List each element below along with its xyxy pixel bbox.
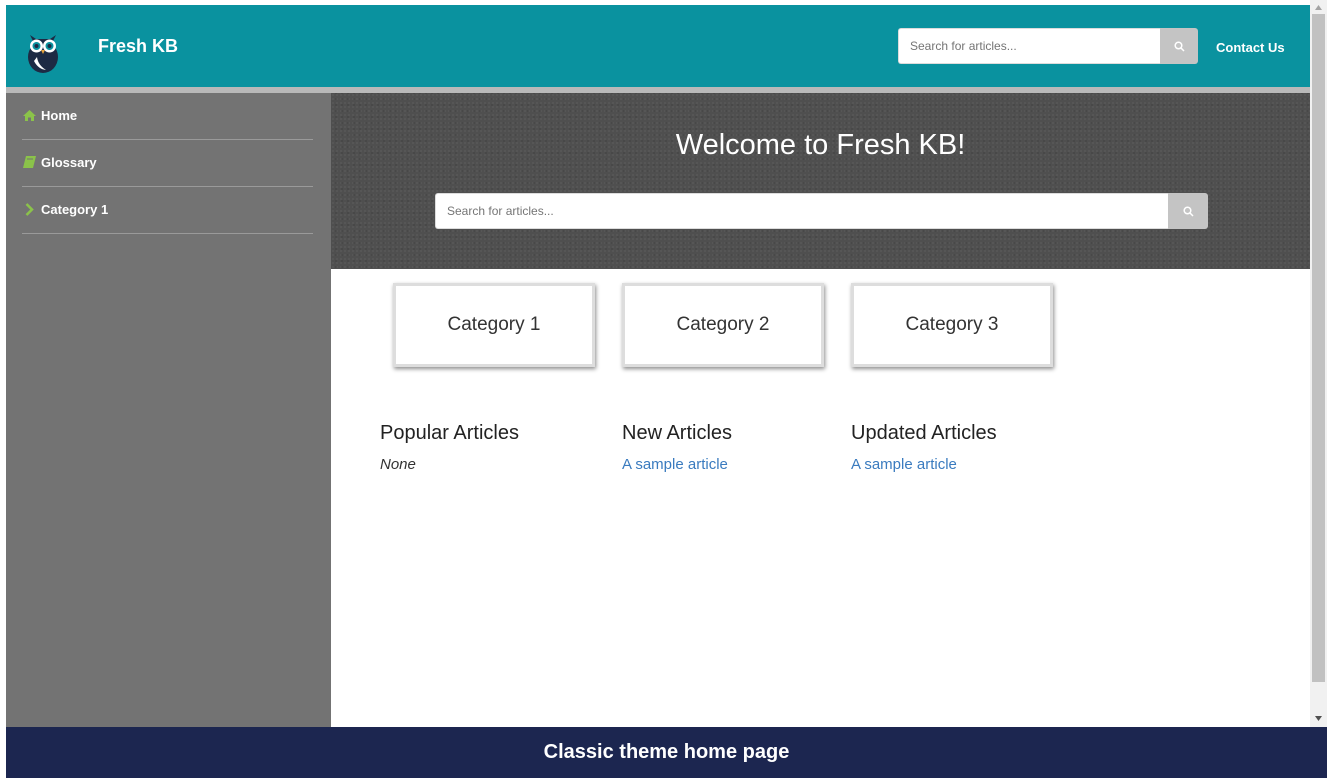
contact-us-link[interactable]: Contact Us [1216, 40, 1285, 55]
header-search-input[interactable] [898, 28, 1160, 64]
caption-bar: Classic theme home page [6, 727, 1327, 778]
hero-search-input[interactable] [435, 193, 1168, 229]
new-articles-heading: New Articles [622, 422, 733, 444]
updated-article-link[interactable]: A sample article [851, 456, 957, 473]
sidebar-item-label: Glossary [41, 154, 97, 170]
search-icon [1182, 205, 1194, 217]
sidebar-item-label: Home [41, 107, 78, 123]
popular-articles-empty: None [380, 456, 416, 473]
scroll-down-arrow-icon[interactable] [1310, 711, 1327, 725]
sidebar: Home Glossary Category 1 [6, 93, 331, 727]
hero-search-button[interactable] [1168, 193, 1208, 229]
book-icon [22, 156, 37, 169]
sidebar-item-home[interactable]: Home [22, 93, 313, 140]
search-icon [1173, 40, 1185, 52]
category-card-2[interactable]: Category 2 [622, 283, 824, 367]
home-icon [22, 109, 37, 122]
scroll-up-arrow-icon[interactable] [1310, 0, 1327, 14]
brand-name[interactable]: Fresh KB [98, 36, 178, 57]
sidebar-item-label: Category 1 [41, 201, 109, 217]
top-header: Fresh KB Contact Us [6, 5, 1310, 87]
hero-banner: Welcome to Fresh KB! [331, 93, 1310, 269]
chevron-right-icon [22, 202, 37, 216]
sidebar-item-category-1[interactable]: Category 1 [22, 187, 313, 234]
category-card-3[interactable]: Category 3 [851, 283, 1053, 367]
header-search-button[interactable] [1160, 28, 1198, 64]
updated-articles-heading: Updated Articles [851, 422, 997, 444]
owl-logo-icon[interactable] [24, 29, 62, 73]
popular-articles-heading: Popular Articles [380, 422, 519, 444]
new-article-link[interactable]: A sample article [622, 456, 728, 473]
sidebar-item-glossary[interactable]: Glossary [22, 140, 313, 187]
page-title: Welcome to Fresh KB! [675, 129, 966, 161]
header-search [898, 28, 1198, 64]
category-card-1[interactable]: Category 1 [393, 283, 595, 367]
hero-search [435, 193, 1208, 229]
scrollbar-thumb[interactable] [1312, 14, 1325, 682]
